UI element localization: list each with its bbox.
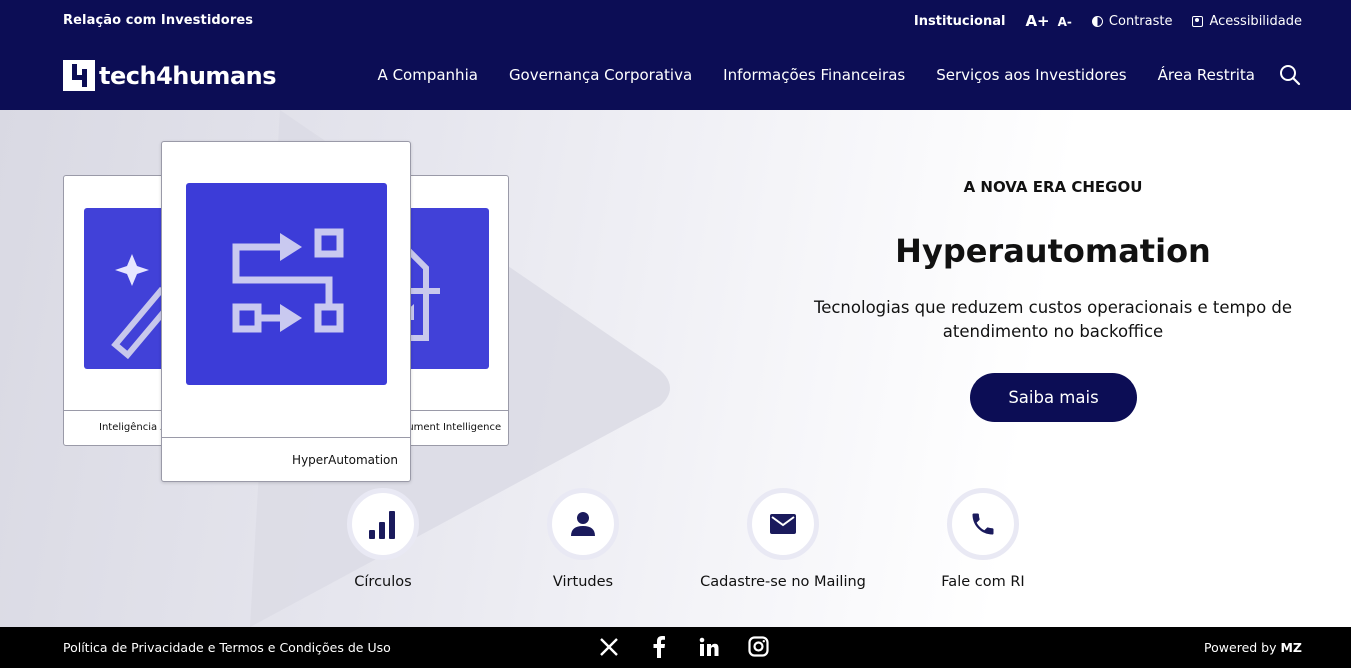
hero-description: Tecnologias que reduzem custos operacion… <box>813 298 1293 341</box>
accessibility-label: Acessibilidade <box>1209 13 1302 29</box>
font-size-controls: A+ A- <box>1025 12 1071 30</box>
search-icon <box>1280 65 1301 86</box>
phone-icon <box>972 513 994 535</box>
powered-by-label: Powered by <box>1204 640 1277 655</box>
contrast-label: Contraste <box>1108 13 1173 29</box>
site-footer: Política de Privacidade e Termos e Condi… <box>0 627 1351 668</box>
font-increase-button[interactable]: A+ <box>1025 12 1049 30</box>
quick-link-mailing[interactable]: Cadastre-se no Mailing <box>683 488 883 590</box>
quick-link-label: Cadastre-se no Mailing <box>700 574 866 590</box>
hero-banner: Inteligência Artificial Document Intelli… <box>0 110 1351 627</box>
envelope-icon <box>770 514 796 534</box>
quick-link-circulos[interactable]: Círculos <box>283 488 483 590</box>
nav-item-companhia[interactable]: A Companhia <box>378 66 478 84</box>
powered-by[interactable]: Powered by MZ <box>1204 640 1302 655</box>
contrast-button[interactable]: Contraste <box>1091 13 1173 29</box>
facebook-icon <box>653 635 665 658</box>
search-button[interactable] <box>1279 64 1301 86</box>
quick-link-label: Virtudes <box>552 574 614 590</box>
brand-logo[interactable]: tech4humans <box>63 60 277 91</box>
x-icon <box>599 637 618 656</box>
font-decrease-button[interactable]: A- <box>1058 15 1072 29</box>
institutional-link[interactable]: Institucional <box>914 14 1006 29</box>
utility-bar: Institucional A+ A- Contraste Acessibili… <box>914 12 1302 30</box>
linkedin-icon <box>699 637 718 656</box>
linkedin-link[interactable] <box>697 635 720 658</box>
nav-item-area-restrita[interactable]: Área Restrita <box>1158 66 1255 84</box>
instagram-link[interactable] <box>747 635 770 658</box>
person-icon <box>571 512 595 536</box>
quick-link-icon-wrap <box>347 488 419 560</box>
nav-item-informacoes-financeiras[interactable]: Informações Financeiras <box>723 66 905 84</box>
card-caption: HyperAutomation <box>162 437 410 481</box>
quick-link-icon-wrap <box>547 488 619 560</box>
privacy-terms-link[interactable]: Política de Privacidade e Termos e Condi… <box>63 640 391 655</box>
logo-text: tech4humans <box>99 61 277 90</box>
hyperautomation-card-image <box>186 183 387 385</box>
quick-link-fale-ri[interactable]: Fale com RI <box>883 488 1083 590</box>
social-links <box>597 635 770 658</box>
contrast-icon <box>1091 15 1103 27</box>
investor-relations-label[interactable]: Relação com Investidores <box>63 13 253 28</box>
logo-mark-icon <box>63 60 95 91</box>
hero-title: Hyperautomation <box>895 232 1211 270</box>
learn-more-button[interactable]: Saiba mais <box>970 373 1137 422</box>
accessibility-button[interactable]: Acessibilidade <box>1192 14 1302 29</box>
instagram-icon <box>748 636 769 657</box>
quick-link-icon-wrap <box>747 488 819 560</box>
bar-chart-icon <box>369 511 395 539</box>
quick-link-icon-wrap <box>947 488 1019 560</box>
hero-eyebrow: A NOVA ERA CHEGOU <box>963 178 1143 196</box>
mz-brand: MZ <box>1280 640 1302 655</box>
x-link[interactable] <box>597 635 620 658</box>
site-header: Relação com Investidores Institucional A… <box>0 0 1351 110</box>
accessibility-icon <box>1192 15 1204 27</box>
nav-item-governanca[interactable]: Governança Corporativa <box>509 66 692 84</box>
main-nav: A Companhia Governança Corporativa Infor… <box>378 66 1255 84</box>
quick-link-virtudes[interactable]: Virtudes <box>483 488 683 590</box>
quick-link-label: Círculos <box>354 574 412 590</box>
carousel-card-hyperautomation[interactable]: HyperAutomation <box>161 141 411 482</box>
nav-item-servicos-investidores[interactable]: Serviços aos Investidores <box>936 66 1126 84</box>
facebook-link[interactable] <box>647 635 670 658</box>
quick-link-label: Fale com RI <box>941 574 1025 590</box>
workflow-icon <box>232 228 344 333</box>
